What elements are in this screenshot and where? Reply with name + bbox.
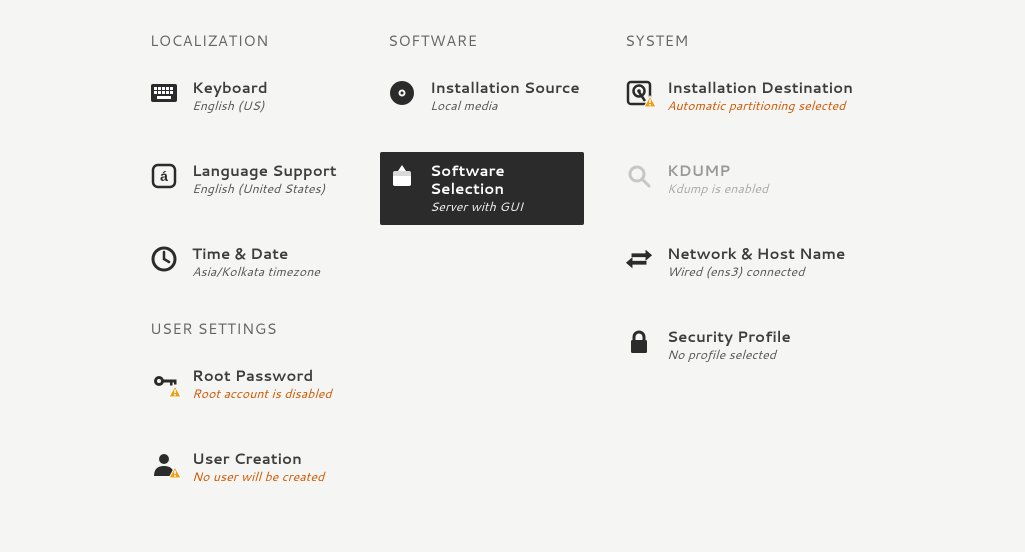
disk-icon <box>625 79 653 107</box>
spoke-status: Automatic partitioning selected <box>667 99 853 114</box>
spoke-status: English (United States) <box>192 182 337 197</box>
spoke-title: Keyboard <box>192 79 268 97</box>
heading-software: SOFTWARE <box>388 30 648 51</box>
spoke-language-support[interactable]: á Language Support English (United State… <box>142 152 410 207</box>
spoke-status: Local media <box>430 99 580 114</box>
spoke-status: Kdump is enabled <box>667 182 768 197</box>
spoke-network[interactable]: Network & Host Name Wired (ens3) connect… <box>617 235 885 290</box>
spoke-root-password[interactable]: Root Password Root account is disabled <box>142 357 410 412</box>
key-icon <box>150 367 178 395</box>
spoke-keyboard[interactable]: Keyboard English (US) <box>142 69 410 124</box>
spoke-status: Wired (ens3) connected <box>667 265 845 280</box>
spoke-installation-source[interactable]: Installation Source Local media <box>380 69 648 124</box>
spoke-installation-destination[interactable]: Installation Destination Automatic parti… <box>617 69 885 124</box>
spoke-software-selection[interactable]: Software Selection Server with GUI <box>380 152 584 225</box>
search-icon <box>625 162 653 190</box>
heading-system: SYSTEM <box>625 30 885 51</box>
lock-icon <box>625 328 653 356</box>
spoke-title: Security Profile <box>667 328 791 346</box>
spoke-user-creation[interactable]: User Creation No user will be created <box>142 440 410 495</box>
spoke-title: Installation Destination <box>667 79 853 97</box>
spoke-title: User Creation <box>192 450 324 468</box>
spoke-title: Installation Source <box>430 79 580 97</box>
spoke-title: Language Support <box>192 162 337 180</box>
clock-icon <box>150 245 178 273</box>
spoke-status: Asia/Kolkata timezone <box>192 265 320 280</box>
spoke-title: KDUMP <box>667 162 768 180</box>
spoke-status: No user will be created <box>192 470 324 485</box>
spoke-status: Server with GUI <box>430 200 576 215</box>
spoke-time-date[interactable]: Time & Date Asia/Kolkata timezone <box>142 235 410 290</box>
package-icon <box>388 162 416 190</box>
spoke-title: Time & Date <box>192 245 320 263</box>
spoke-status: Root account is disabled <box>192 387 332 402</box>
keyboard-icon <box>150 79 178 107</box>
language-icon: á <box>150 162 178 190</box>
spoke-status: No profile selected <box>667 348 791 363</box>
spoke-status: English (US) <box>192 99 268 114</box>
spoke-title: Root Password <box>192 367 332 385</box>
disc-icon <box>388 79 416 107</box>
network-icon <box>625 245 653 273</box>
spoke-title: Network & Host Name <box>667 245 845 263</box>
heading-user-settings: USER SETTINGS <box>150 318 410 339</box>
spoke-kdump[interactable]: KDUMP Kdump is enabled <box>617 152 885 207</box>
spoke-security-profile[interactable]: Security Profile No profile selected <box>617 318 885 373</box>
svg-text:á: á <box>160 168 168 184</box>
heading-localization: LOCALIZATION <box>150 30 410 51</box>
user-icon <box>150 450 178 478</box>
spoke-title: Software Selection <box>430 162 576 198</box>
